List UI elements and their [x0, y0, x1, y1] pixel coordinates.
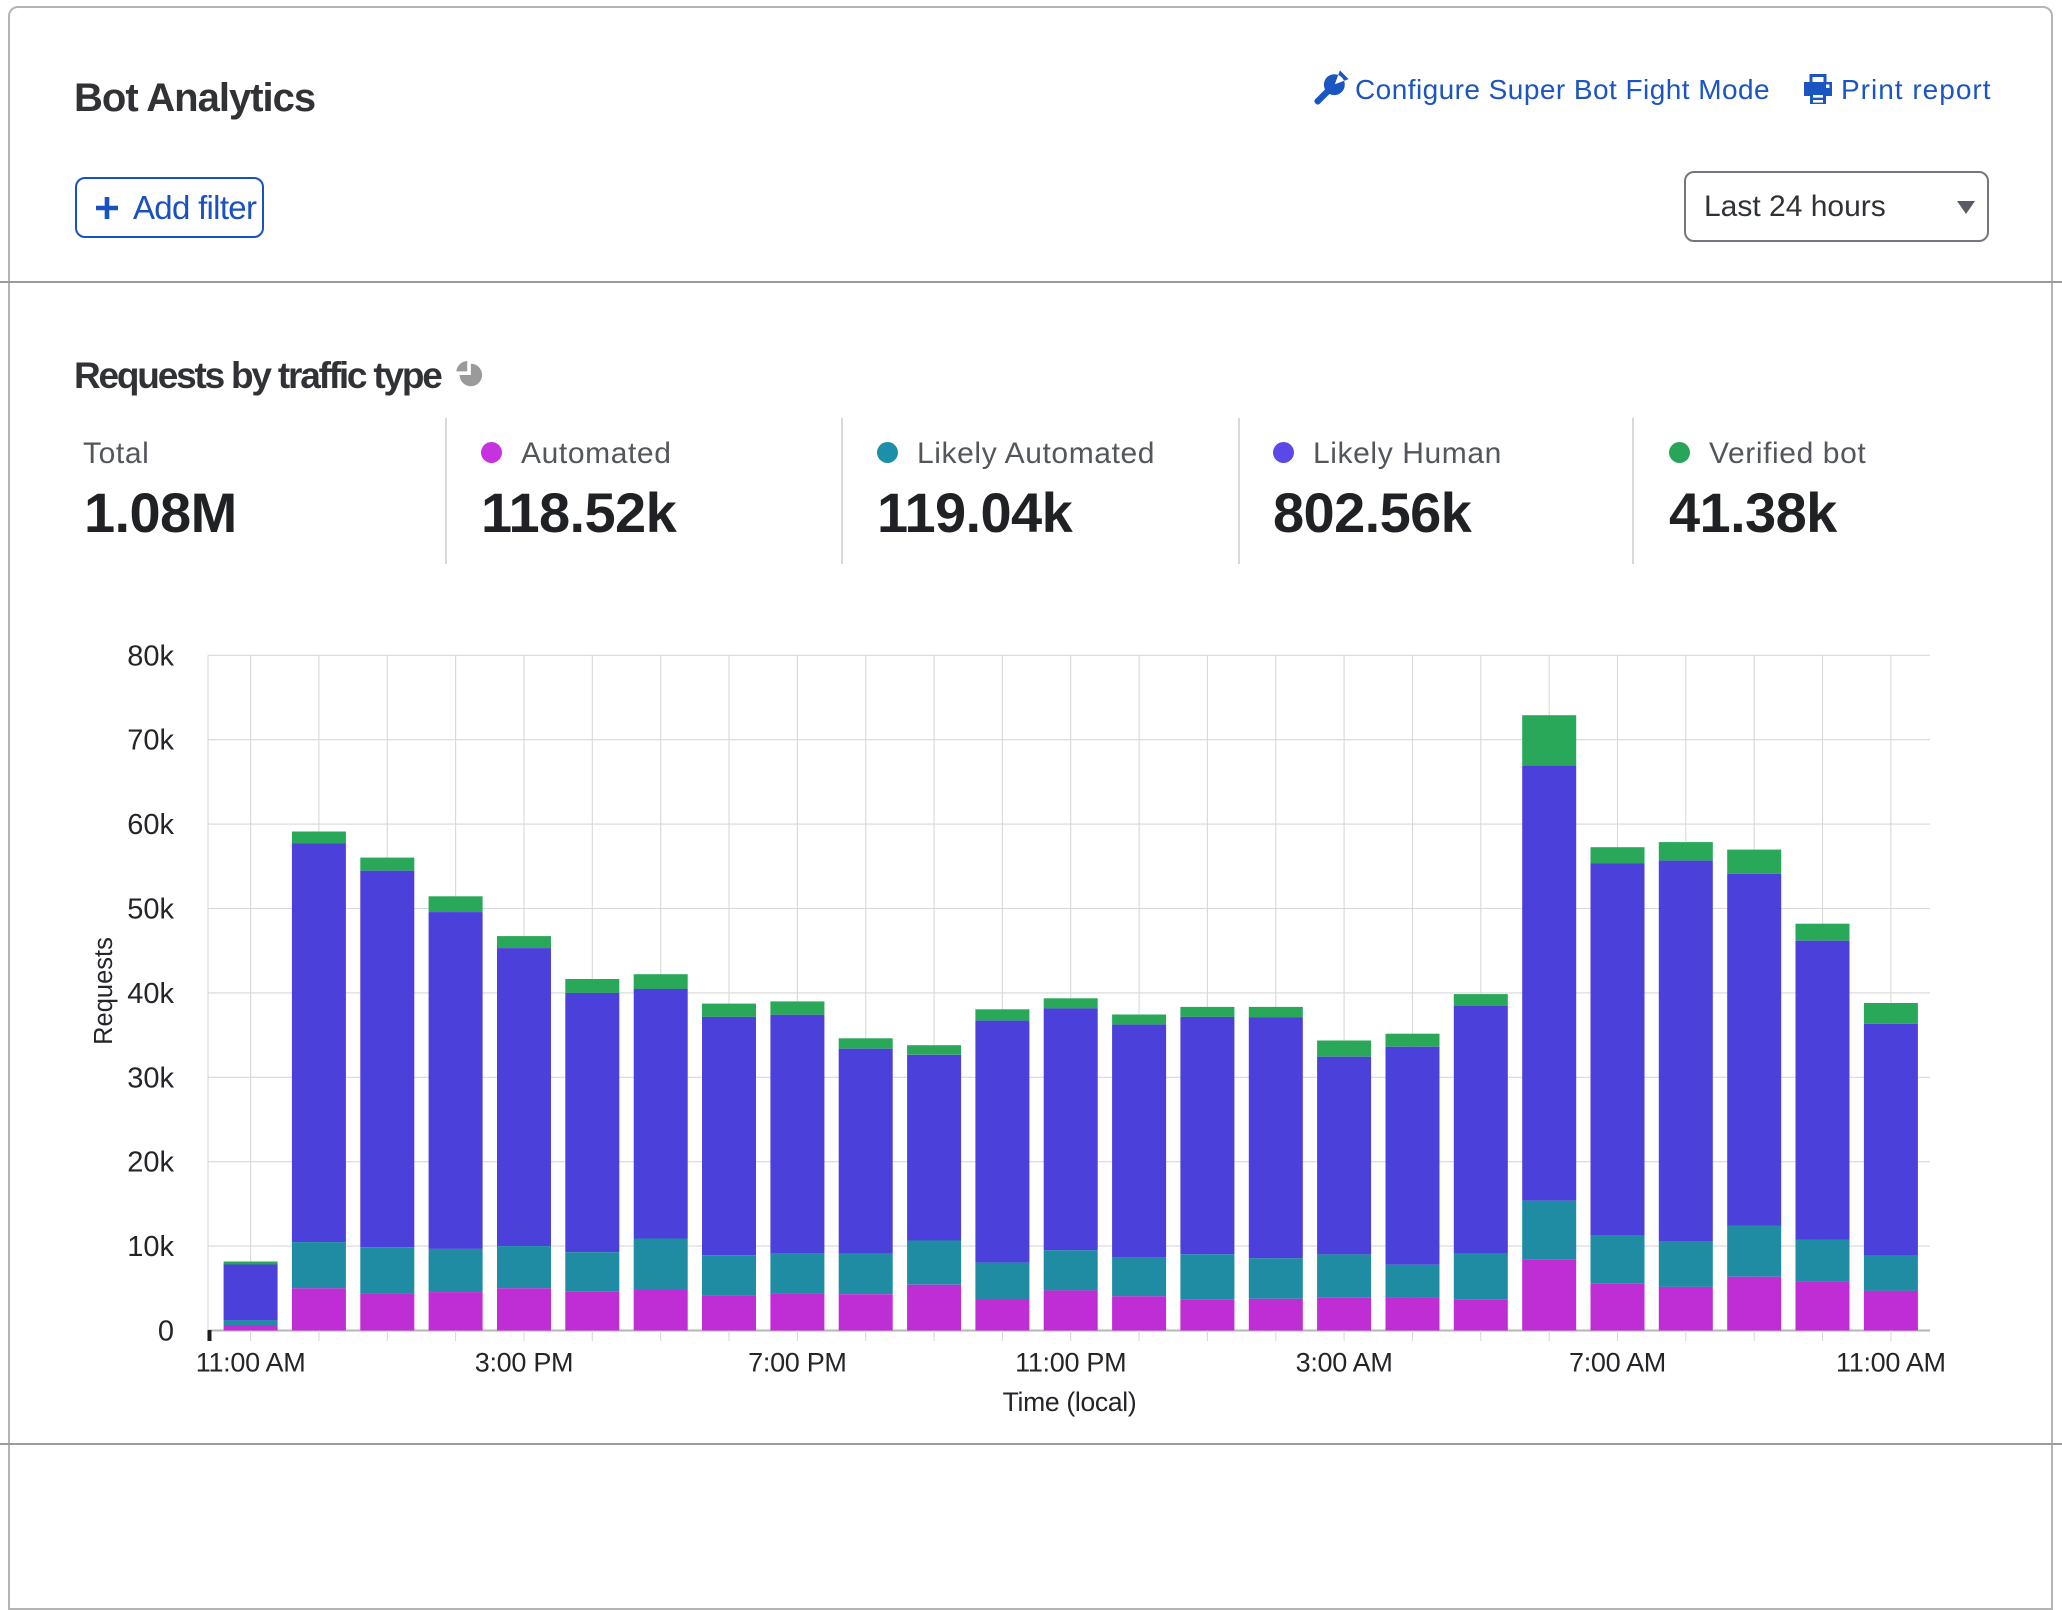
svg-text:80k: 80k [127, 640, 174, 672]
svg-text:30k: 30k [127, 1062, 174, 1094]
svg-text:Requests: Requests [90, 937, 118, 1045]
svg-text:11:00 PM: 11:00 PM [1015, 1348, 1126, 1378]
svg-text:40k: 40k [127, 978, 174, 1010]
svg-text:60k: 60k [127, 809, 174, 841]
svg-text:3:00 AM: 3:00 AM [1296, 1348, 1393, 1378]
svg-text:3:00 PM: 3:00 PM [475, 1348, 573, 1378]
svg-text:11:00 AM: 11:00 AM [196, 1348, 306, 1378]
svg-text:0: 0 [158, 1316, 174, 1348]
svg-text:10k: 10k [127, 1231, 174, 1263]
svg-text:7:00 AM: 7:00 AM [1569, 1348, 1666, 1378]
svg-text:70k: 70k [127, 725, 174, 757]
svg-text:11:00 AM: 11:00 AM [1836, 1348, 1946, 1378]
svg-text:50k: 50k [127, 894, 174, 926]
svg-text:7:00 PM: 7:00 PM [748, 1348, 846, 1378]
svg-text:20k: 20k [127, 1147, 174, 1179]
svg-text:Time (local): Time (local) [1003, 1387, 1137, 1417]
